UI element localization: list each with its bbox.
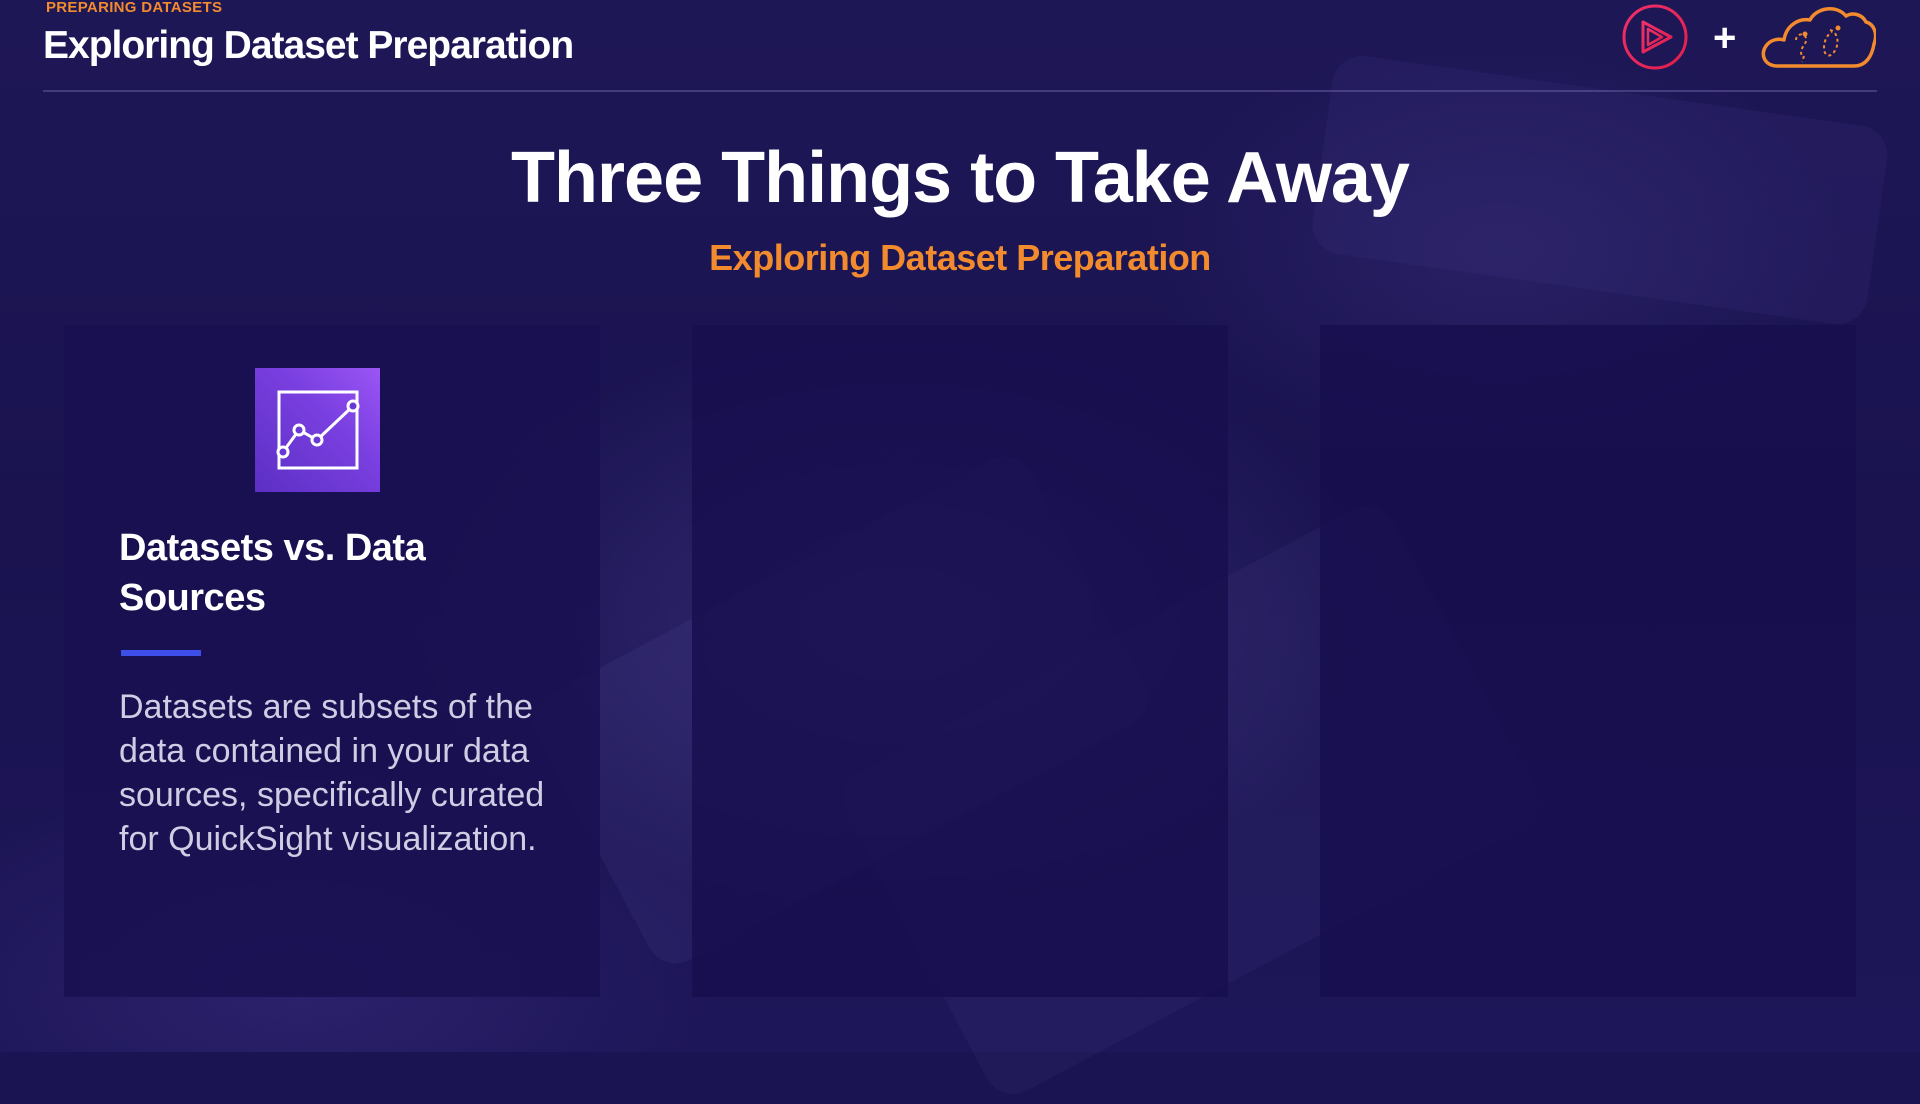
card-accent-bar: [121, 650, 201, 656]
header-divider: [43, 90, 1877, 92]
slide-title: Three Things to Take Away: [511, 138, 1410, 218]
card-body-text: Datasets are subsets of the data contain…: [119, 688, 545, 858]
slide-subtitle: Exploring Dataset Preparation: [709, 237, 1211, 278]
card-heading: Datasets vs. Data Sources: [119, 527, 426, 619]
quicksight-dataset-chart-icon: [255, 368, 380, 492]
pluralsight-play-icon: [1622, 4, 1688, 70]
takeaway-card-3: [1320, 325, 1856, 997]
section-eyebrow: PREPARING DATASETS: [46, 0, 223, 16]
takeaway-card-1: Datasets vs. Data Sources Datasets are s…: [64, 325, 600, 997]
plus-sign: +: [1713, 16, 1737, 60]
cloud-logo-icon: [1758, 4, 1878, 72]
takeaway-card-2: [692, 325, 1228, 997]
module-title: Exploring Dataset Preparation: [43, 24, 574, 67]
